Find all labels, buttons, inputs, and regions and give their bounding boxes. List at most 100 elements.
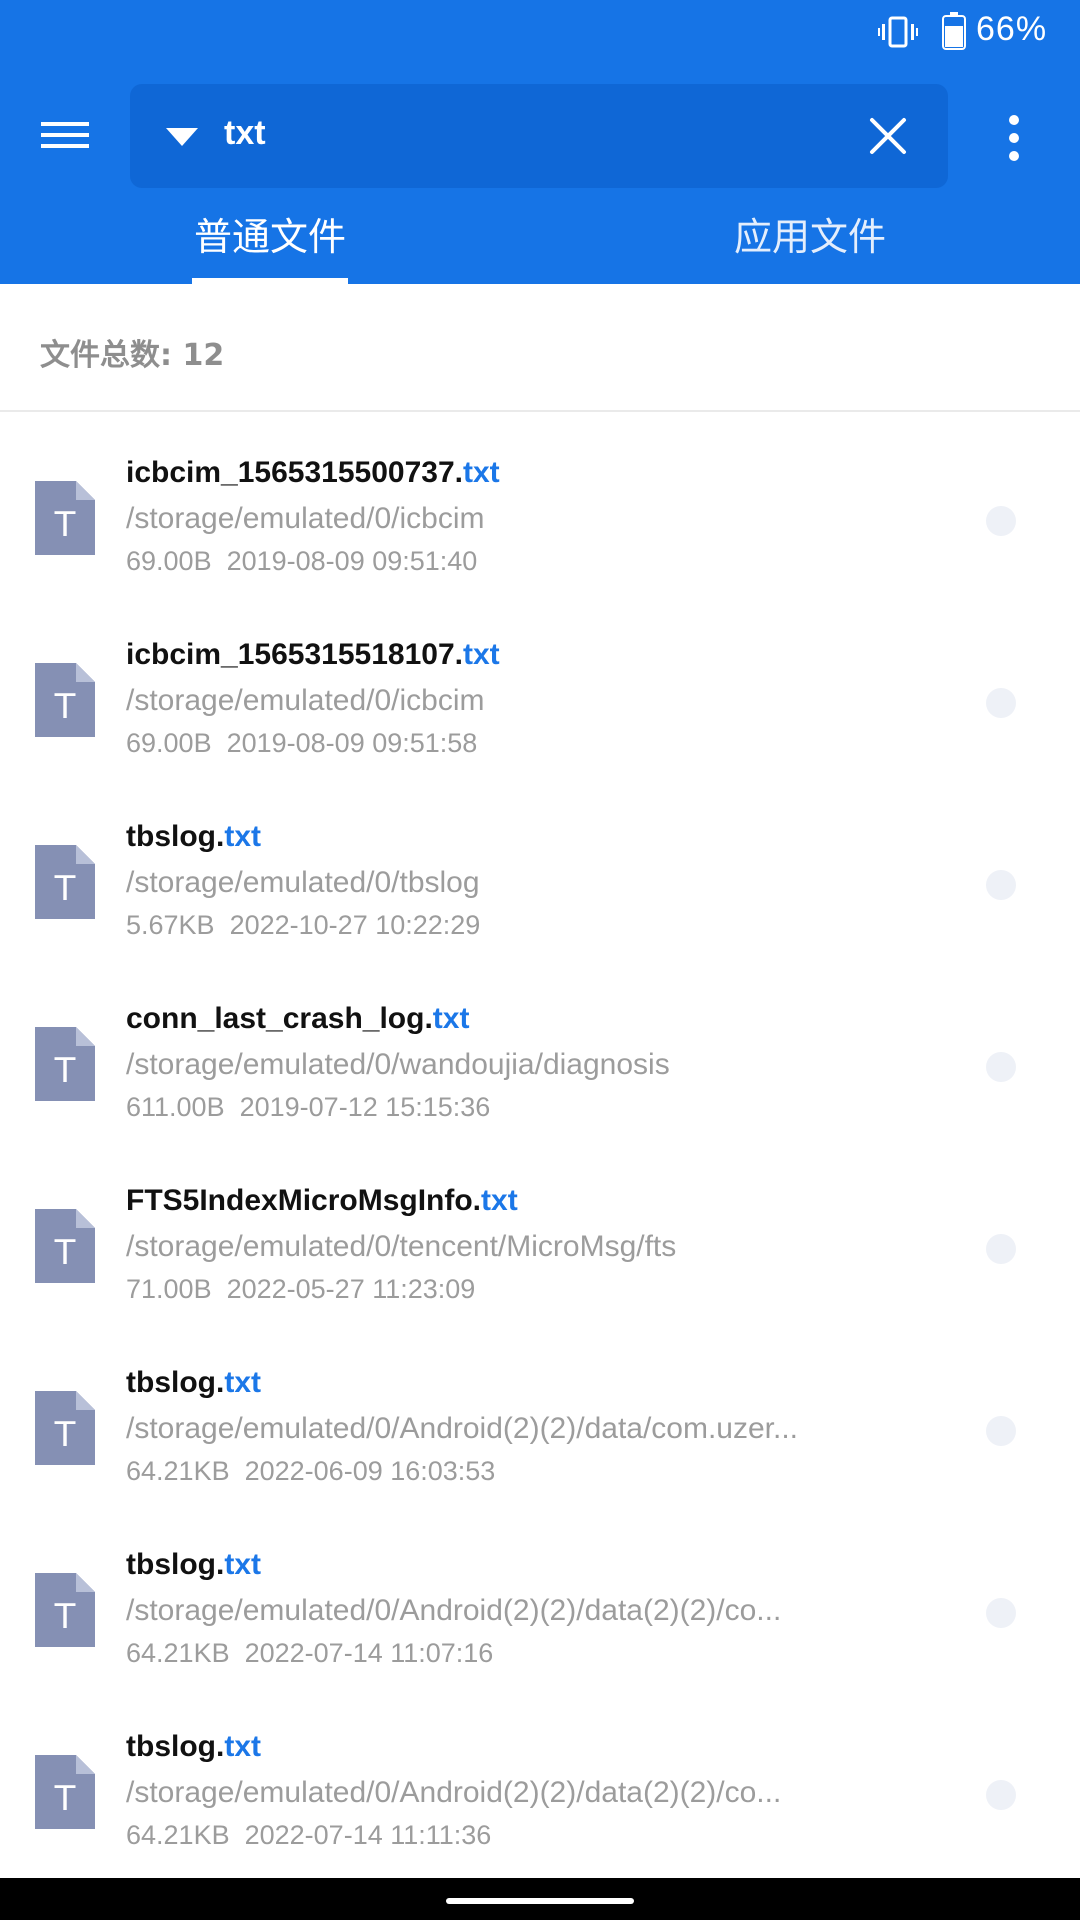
file-path: /storage/emulated/0/tencent/MicroMsg/fts bbox=[126, 1230, 677, 1263]
select-radio[interactable] bbox=[986, 688, 1016, 718]
file-size: 64.21KB bbox=[126, 1456, 230, 1486]
file-name-base: tbslog. bbox=[126, 1548, 225, 1581]
file-size: 71.00B bbox=[126, 1274, 212, 1304]
file-name: tbslog.txt bbox=[126, 1548, 261, 1582]
file-path: /storage/emulated/0/icbcim bbox=[126, 502, 485, 535]
file-date: 2022-10-27 10:22:29 bbox=[229, 910, 481, 940]
select-radio[interactable] bbox=[986, 1416, 1016, 1446]
file-date: 2019-08-09 09:51:58 bbox=[226, 728, 478, 758]
file-size: 64.21KB bbox=[126, 1820, 230, 1850]
select-radio[interactable] bbox=[986, 1234, 1016, 1264]
active-tab-indicator bbox=[192, 278, 348, 284]
select-radio[interactable] bbox=[986, 1052, 1016, 1082]
file-path: /storage/emulated/0/Android(2)(2)/data/c… bbox=[126, 1412, 799, 1445]
svg-text:T: T bbox=[54, 1415, 76, 1455]
vibrate-icon bbox=[878, 16, 918, 48]
file-list-item[interactable]: T tbslog.txt /storage/emulated/0/Android… bbox=[0, 1322, 1080, 1504]
search-box[interactable]: txt bbox=[130, 84, 948, 188]
file-name: tbslog.txt bbox=[126, 820, 261, 854]
file-meta: 69.00B 2019-08-09 09:51:40 bbox=[126, 546, 477, 577]
file-date: 2019-07-12 15:15:36 bbox=[239, 1092, 491, 1122]
file-date: 2022-05-27 11:23:09 bbox=[226, 1274, 476, 1304]
text-file-icon: T bbox=[35, 1209, 95, 1283]
text-file-icon: T bbox=[35, 481, 95, 555]
svg-text:T: T bbox=[54, 505, 76, 545]
file-date: 2022-06-09 16:03:53 bbox=[244, 1456, 496, 1486]
file-list-item[interactable]: T FTS5IndexMicroMsgInfo.txt /storage/emu… bbox=[0, 1140, 1080, 1322]
file-name-base: tbslog. bbox=[126, 1366, 225, 1399]
status-bar: 66% bbox=[0, 0, 1080, 64]
select-radio[interactable] bbox=[986, 1780, 1016, 1810]
file-date: 2019-08-09 09:51:40 bbox=[226, 546, 478, 576]
file-name-base: tbslog. bbox=[126, 820, 225, 853]
file-list-item[interactable]: T icbcim_1565315518107.txt /storage/emul… bbox=[0, 594, 1080, 776]
file-list-item[interactable]: T conn_last_crash_log.txt /storage/emula… bbox=[0, 958, 1080, 1140]
select-radio[interactable] bbox=[986, 870, 1016, 900]
app-header: 66% txt 普通文件 应用文件 bbox=[0, 0, 1080, 284]
file-extension: txt bbox=[224, 820, 261, 853]
file-size: 611.00B bbox=[126, 1092, 225, 1122]
menu-icon[interactable] bbox=[30, 110, 100, 160]
file-name: FTS5IndexMicroMsgInfo.txt bbox=[126, 1184, 518, 1218]
file-name-base: FTS5IndexMicroMsgInfo. bbox=[126, 1184, 482, 1217]
svg-text:T: T bbox=[54, 1051, 76, 1091]
file-meta: 611.00B 2019-07-12 15:15:36 bbox=[126, 1092, 490, 1123]
svg-text:T: T bbox=[54, 1597, 76, 1637]
file-extension: txt bbox=[432, 1002, 470, 1035]
file-meta: 64.21KB 2022-07-14 11:11:36 bbox=[126, 1820, 491, 1851]
svg-text:T: T bbox=[54, 1779, 76, 1819]
file-name: tbslog.txt bbox=[126, 1366, 261, 1400]
file-extension: txt bbox=[481, 1184, 518, 1217]
more-vert-icon[interactable] bbox=[992, 108, 1036, 168]
home-indicator[interactable] bbox=[446, 1898, 634, 1904]
file-name: icbcim_1565315518107.txt bbox=[126, 638, 500, 672]
select-radio[interactable] bbox=[986, 1598, 1016, 1628]
file-meta: 5.67KB 2022-10-27 10:22:29 bbox=[126, 910, 480, 941]
file-meta: 71.00B 2022-05-27 11:23:09 bbox=[126, 1274, 475, 1305]
file-size: 69.00B bbox=[126, 728, 212, 758]
svg-text:T: T bbox=[54, 687, 76, 727]
search-input[interactable]: txt bbox=[224, 114, 266, 153]
file-path: /storage/emulated/0/wandoujia/diagnosis bbox=[126, 1048, 670, 1081]
file-path: /storage/emulated/0/tbslog bbox=[126, 866, 480, 899]
text-file-icon: T bbox=[35, 1573, 95, 1647]
file-extension: txt bbox=[224, 1730, 261, 1763]
file-list-item[interactable]: T tbslog.txt /storage/emulated/0/tbslog … bbox=[0, 776, 1080, 958]
file-name-base: icbcim_1565315500737. bbox=[126, 456, 463, 489]
text-file-icon: T bbox=[35, 1391, 95, 1465]
file-list-item[interactable]: T tbslog.txt /storage/emulated/0/Android… bbox=[0, 1504, 1080, 1686]
file-extension: txt bbox=[462, 456, 500, 489]
file-extension: txt bbox=[224, 1366, 261, 1399]
navigation-bar bbox=[0, 1878, 1080, 1920]
svg-text:T: T bbox=[54, 869, 76, 909]
select-radio[interactable] bbox=[986, 506, 1016, 536]
file-name: tbslog.txt bbox=[126, 1730, 261, 1764]
file-size: 64.21KB bbox=[126, 1638, 230, 1668]
tab-app-files[interactable]: 应用文件 bbox=[728, 206, 892, 259]
file-extension: txt bbox=[224, 1548, 261, 1581]
file-name: icbcim_1565315500737.txt bbox=[126, 456, 500, 490]
file-path: /storage/emulated/0/icbcim bbox=[126, 684, 485, 717]
text-file-icon: T bbox=[35, 1027, 95, 1101]
close-icon[interactable] bbox=[868, 116, 908, 156]
file-list: T icbcim_1565315500737.txt /storage/emul… bbox=[0, 412, 1080, 1868]
file-name-base: conn_last_crash_log. bbox=[126, 1002, 433, 1035]
file-path: /storage/emulated/0/Android(2)(2)/data(2… bbox=[126, 1776, 782, 1809]
file-list-item[interactable]: T tbslog.txt /storage/emulated/0/Android… bbox=[0, 1686, 1080, 1868]
file-list-item[interactable]: T icbcim_1565315500737.txt /storage/emul… bbox=[0, 412, 1080, 594]
text-file-icon: T bbox=[35, 1755, 95, 1829]
file-date: 2022-07-14 11:07:16 bbox=[244, 1638, 494, 1668]
file-size: 5.67KB bbox=[126, 910, 215, 940]
file-path: /storage/emulated/0/Android(2)(2)/data(2… bbox=[126, 1594, 782, 1627]
dropdown-icon[interactable] bbox=[164, 126, 200, 148]
file-name: conn_last_crash_log.txt bbox=[126, 1002, 469, 1036]
file-name-base: icbcim_1565315518107. bbox=[126, 638, 463, 671]
battery-level: 66% bbox=[976, 10, 1048, 48]
file-name-base: tbslog. bbox=[126, 1730, 225, 1763]
file-meta: 69.00B 2019-08-09 09:51:58 bbox=[126, 728, 477, 759]
tab-normal-files[interactable]: 普通文件 bbox=[190, 206, 350, 259]
text-file-icon: T bbox=[35, 845, 95, 919]
file-size: 69.00B bbox=[126, 546, 212, 576]
file-meta: 64.21KB 2022-06-09 16:03:53 bbox=[126, 1456, 495, 1487]
text-file-icon: T bbox=[35, 663, 95, 737]
